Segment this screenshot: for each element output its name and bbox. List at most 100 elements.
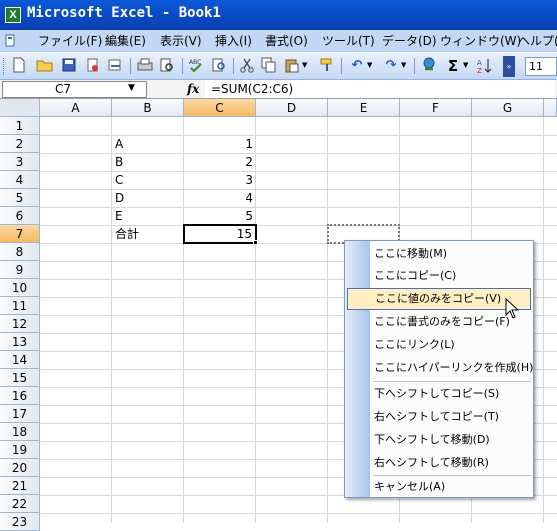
cell-c5[interactable]: 4	[184, 189, 256, 207]
mail-icon[interactable]	[106, 57, 124, 75]
menu-item-copy-values-only[interactable]: ここに値のみをコピー(V)	[347, 288, 531, 310]
column-header-c[interactable]: C	[184, 99, 256, 117]
name-box-dropdown-icon[interactable]: ▼	[128, 83, 135, 93]
print-preview-icon[interactable]	[158, 57, 176, 75]
cell-b4[interactable]: C	[112, 171, 184, 189]
title-bar[interactable]: X Microsoft Excel - Book1	[0, 0, 557, 30]
new-icon[interactable]	[10, 57, 28, 75]
redo-icon[interactable]: ↷	[382, 57, 400, 75]
row-header-5[interactable]: 5	[0, 189, 40, 207]
hyperlink-icon[interactable]	[420, 57, 438, 75]
column-header-e[interactable]: E	[328, 99, 400, 117]
name-box[interactable]: C7	[2, 81, 147, 98]
menu-item-copy-here[interactable]: ここにコピー(C)	[371, 265, 531, 287]
sort-ascending-icon[interactable]: AZ	[476, 57, 494, 75]
undo-icon[interactable]: ↶	[348, 57, 366, 75]
row-header-20[interactable]: 20	[0, 459, 40, 477]
research-icon[interactable]	[210, 57, 228, 75]
row-header-16[interactable]: 16	[0, 387, 40, 405]
row-header-15[interactable]: 15	[0, 369, 40, 387]
row-header-13[interactable]: 13	[0, 333, 40, 351]
column-header-f[interactable]: F	[400, 99, 472, 117]
svg-text:Z: Z	[477, 67, 482, 75]
menu-edit[interactable]: 編集(E)	[105, 32, 146, 50]
menu-insert[interactable]: 挿入(I)	[215, 32, 252, 50]
column-header-g[interactable]: G	[472, 99, 544, 117]
cell-b6[interactable]: E	[112, 207, 184, 225]
row-header-10[interactable]: 10	[0, 279, 40, 297]
menu-help[interactable]: ヘルプ(H)	[518, 32, 557, 50]
menu-item-create-hyperlink[interactable]: ここにハイパーリンクを作成(H)	[371, 357, 533, 379]
cell-c3[interactable]: 2	[184, 153, 256, 171]
spelling-icon[interactable]: ABC	[188, 57, 206, 75]
row-header-2[interactable]: 2	[0, 135, 40, 153]
menu-item-cancel[interactable]: キャンセル(A)	[371, 476, 531, 498]
row-header-23[interactable]: 23	[0, 513, 40, 531]
cell-b7[interactable]: 合計	[112, 225, 184, 243]
save-icon[interactable]	[60, 57, 78, 75]
autosum-icon[interactable]: Σ	[444, 57, 462, 75]
print-icon[interactable]	[136, 57, 154, 75]
toolbar-separator	[341, 58, 342, 74]
copy-icon[interactable]	[260, 57, 278, 75]
menu-format[interactable]: 書式(O)	[265, 32, 308, 50]
paste-dropdown-icon[interactable]: ▼	[302, 61, 307, 69]
row-header-19[interactable]: 19	[0, 441, 40, 459]
toolbar-grip[interactable]	[3, 58, 6, 75]
row-header-21[interactable]: 21	[0, 477, 40, 495]
row-header-12[interactable]: 12	[0, 315, 40, 333]
formula-input[interactable]: =SUM(C2:C6)	[205, 80, 555, 98]
column-header-h[interactable]	[544, 99, 557, 117]
row-header-3[interactable]: 3	[0, 153, 40, 171]
menu-item-shift-down-move[interactable]: 下へシフトして移動(D)	[371, 429, 531, 451]
redo-dropdown-icon[interactable]: ▼	[401, 61, 406, 69]
menu-item-shift-down-copy[interactable]: 下へシフトしてコピー(S)	[371, 383, 531, 405]
cell-c7-active[interactable]: 15	[183, 224, 257, 244]
menu-item-shift-right-move[interactable]: 右へシフトして移動(R)	[371, 452, 531, 474]
column-header-a[interactable]: A	[40, 99, 112, 117]
permission-icon[interactable]	[84, 57, 102, 75]
font-size-box[interactable]: 11	[525, 57, 557, 76]
select-all-corner[interactable]	[0, 99, 40, 117]
row-header-17[interactable]: 17	[0, 405, 40, 423]
row-header-22[interactable]: 22	[0, 495, 40, 513]
menu-window[interactable]: ウィンドウ(W)	[440, 32, 521, 50]
menu-item-link-here[interactable]: ここにリンク(L)	[371, 334, 531, 356]
row-header-18[interactable]: 18	[0, 423, 40, 441]
cell-c4[interactable]: 3	[184, 171, 256, 189]
cut-icon[interactable]	[238, 57, 256, 75]
menu-view[interactable]: 表示(V)	[160, 32, 202, 50]
cell-b5[interactable]: D	[112, 189, 184, 207]
format-painter-icon[interactable]	[318, 57, 336, 75]
row-header-4[interactable]: 4	[0, 171, 40, 189]
menu-bar: ファイル(F) 編集(E) 表示(V) 挿入(I) 書式(O) ツール(T) デ…	[0, 30, 557, 52]
cell-c6[interactable]: 5	[184, 207, 256, 225]
column-header-d[interactable]: D	[256, 99, 328, 117]
menu-data[interactable]: データ(D)	[382, 32, 437, 50]
insert-function-icon[interactable]: fx	[187, 82, 199, 96]
menu-item-move-here[interactable]: ここに移動(M)	[371, 243, 531, 265]
row-header-1[interactable]: 1	[0, 117, 40, 135]
toolbar-separator	[414, 58, 415, 74]
mouse-cursor-icon	[505, 298, 519, 319]
cell-c2[interactable]: 1	[184, 135, 256, 153]
row-header-7[interactable]: 7	[0, 225, 40, 243]
menu-item-shift-right-copy[interactable]: 右へシフトしてコピー(T)	[371, 406, 531, 428]
toolbar-separator	[233, 58, 234, 74]
column-header-b[interactable]: B	[112, 99, 184, 117]
toolbar-options-icon[interactable]: »	[503, 56, 515, 77]
row-header-11[interactable]: 11	[0, 297, 40, 315]
autosum-dropdown-icon[interactable]: ▼	[463, 61, 468, 69]
menu-file[interactable]: ファイル(F)	[38, 32, 102, 50]
menu-tools[interactable]: ツール(T)	[322, 32, 375, 50]
row-header-14[interactable]: 14	[0, 351, 40, 369]
open-icon[interactable]	[36, 57, 54, 75]
row-header-6[interactable]: 6	[0, 207, 40, 225]
cell-b3[interactable]: B	[112, 153, 184, 171]
row-header-8[interactable]: 8	[0, 243, 40, 261]
row-header-9[interactable]: 9	[0, 261, 40, 279]
undo-dropdown-icon[interactable]: ▼	[367, 61, 372, 69]
fill-handle[interactable]	[253, 240, 258, 245]
cell-b2[interactable]: A	[112, 135, 184, 153]
paste-icon[interactable]	[283, 57, 301, 75]
